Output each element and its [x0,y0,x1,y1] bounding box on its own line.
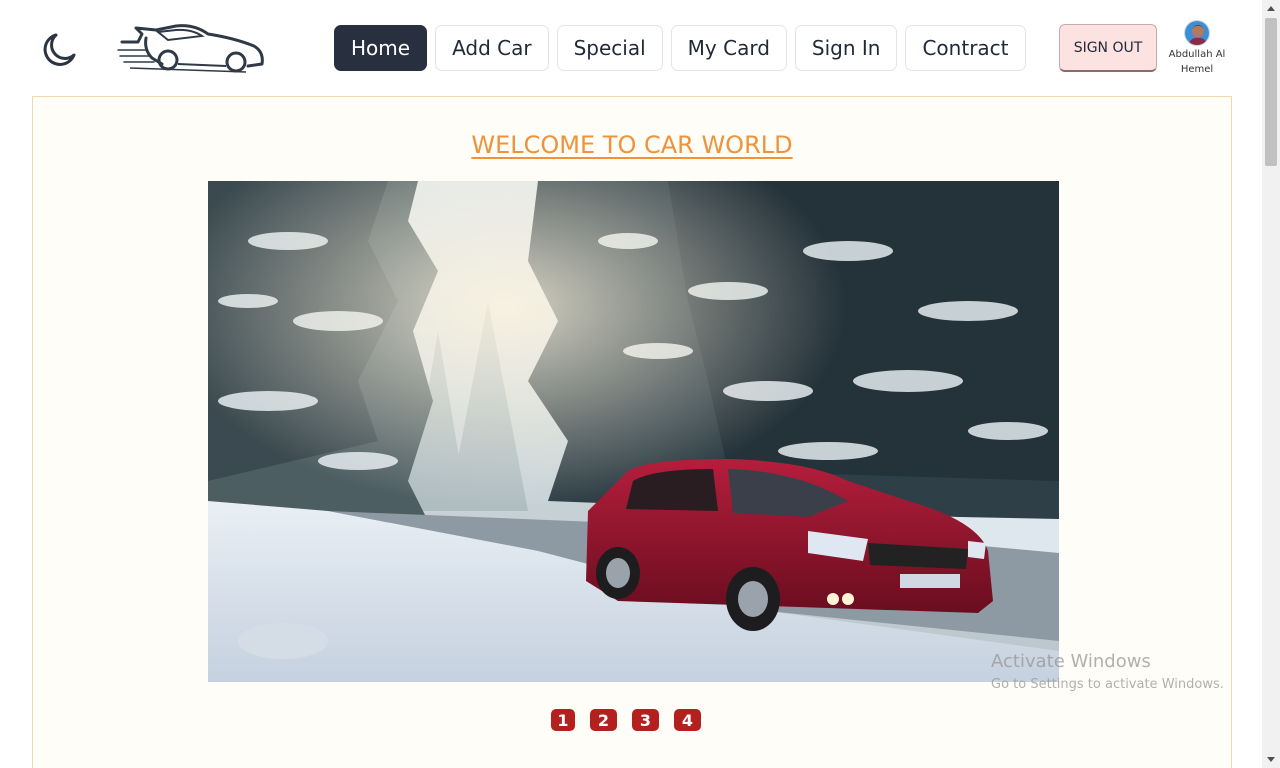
user-profile[interactable]: Abdullah Al Hemel [1165,20,1229,77]
scroll-down-icon[interactable] [1262,750,1280,768]
page: Home Add Car Special My Card Sign In Con… [0,0,1280,768]
activate-windows-watermark: Activate Windows Go to Settings to activ… [991,650,1224,694]
avatar-image [1185,21,1209,45]
nav-add-car[interactable]: Add Car [435,25,549,71]
header: Home Add Car Special My Card Sign In Con… [0,0,1262,96]
moon-icon[interactable] [40,29,80,69]
carousel-page-4[interactable]: 4 [674,709,701,731]
nav-home[interactable]: Home [334,25,428,71]
activate-windows-title: Activate Windows [991,651,1151,672]
hero-carousel-image [208,181,1059,682]
scroll-up-icon[interactable] [1262,0,1280,18]
carousel-page-1[interactable]: 1 [551,709,575,731]
carousel-page-3[interactable]: 3 [632,709,659,731]
page-title-text: WELCOME TO CAR WORLD [471,131,793,159]
page-title: WELCOME TO CAR WORLD [33,131,1231,159]
nav-my-card[interactable]: My Card [670,25,787,71]
user-name: Abdullah Al Hemel [1168,49,1226,75]
activate-windows-subtitle: Go to Settings to activate Windows. [991,677,1224,692]
main-nav: Home Add Car Special My Card Sign In Con… [334,25,1026,71]
nav-special[interactable]: Special [556,25,663,71]
vertical-scrollbar[interactable] [1262,0,1280,768]
nav-contract[interactable]: Contract [905,25,1026,71]
sign-out-button[interactable]: SIGN OUT [1059,24,1157,72]
carousel-pagination: 1 2 3 4 [551,709,701,731]
scrollbar-thumb[interactable] [1265,18,1277,166]
avatar[interactable] [1184,20,1210,46]
carousel-page-2[interactable]: 2 [590,709,617,731]
nav-sign-in[interactable]: Sign In [794,25,898,71]
car-logo-icon[interactable] [116,20,268,78]
